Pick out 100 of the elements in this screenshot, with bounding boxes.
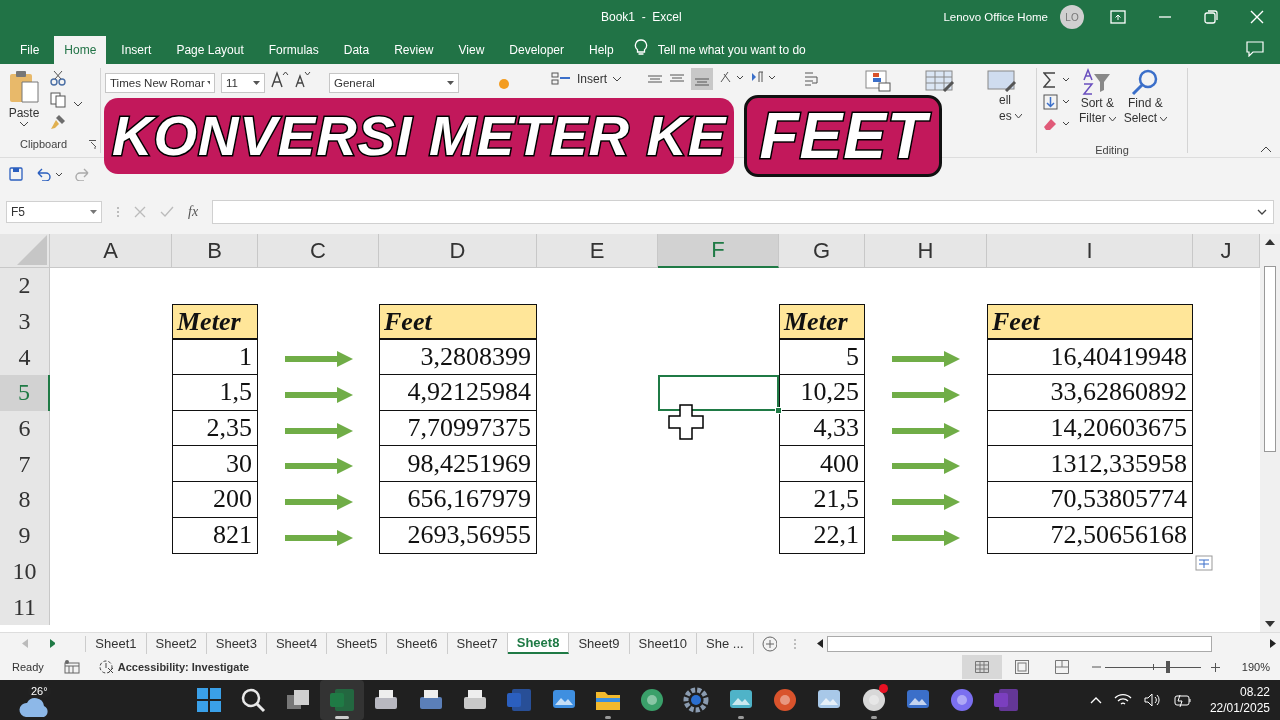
show-hidden-icon[interactable] (1089, 696, 1102, 704)
column-header[interactable]: A (50, 234, 172, 268)
scroll-thumb[interactable] (1264, 266, 1276, 452)
table-cell[interactable]: 14,20603675 (987, 409, 1193, 447)
row-header[interactable]: 5 (0, 375, 50, 411)
expand-icon[interactable] (1257, 209, 1267, 215)
shrink-font-icon[interactable] (295, 70, 311, 88)
table-cell[interactable]: 7,70997375 (379, 409, 537, 447)
table-cell[interactable]: 21,5 (779, 481, 865, 518)
table-cell[interactable]: 656,167979 (379, 481, 537, 518)
row-header[interactable]: 8 (0, 482, 50, 518)
scroll-left-icon[interactable] (816, 639, 823, 648)
table-cell[interactable]: 400 (779, 445, 865, 483)
ribbon-tab[interactable]: Data (333, 36, 380, 64)
table-cell[interactable]: 5 (779, 338, 865, 376)
caret-icon[interactable] (20, 122, 28, 127)
table-cell[interactable]: 2,35 (172, 409, 258, 447)
row-header[interactable]: 6 (0, 410, 50, 447)
row-header[interactable]: 2 (0, 268, 50, 304)
table-cell[interactable]: 200 (172, 481, 258, 518)
table-header-cell[interactable]: Feet (987, 303, 1193, 341)
insert-cells-icon[interactable] (551, 72, 571, 86)
ribbon-tab[interactable]: Review (384, 36, 444, 64)
comment-icon[interactable] (1246, 41, 1264, 57)
taskbar-button[interactable] (319, 680, 365, 720)
column-header[interactable]: G (779, 234, 865, 268)
undo-icon[interactable] (35, 167, 63, 181)
macro-icon[interactable] (63, 660, 80, 674)
name-box[interactable]: F5 (6, 201, 102, 223)
insert-function-button[interactable]: fx (188, 204, 199, 220)
conditional-format-icon[interactable] (865, 70, 891, 92)
find-select-button[interactable]: Find & Select (1123, 68, 1168, 144)
table-cell[interactable]: 1,5 (172, 374, 258, 411)
font-name-box[interactable]: Times New Romar (105, 73, 215, 93)
table-header-cell[interactable]: Meter (779, 303, 865, 341)
table-header-cell[interactable]: Meter (172, 303, 258, 341)
cell-styles-label[interactable]: es (999, 108, 1022, 124)
zoom-slider[interactable] (1104, 661, 1201, 673)
table-cell[interactable]: 2693,56955 (379, 516, 537, 554)
app-icon[interactable] (240, 687, 267, 713)
zoom-level[interactable]: 190% (1241, 661, 1270, 673)
font-size-box[interactable]: 11 (221, 73, 265, 93)
scroll-down-icon[interactable] (1265, 620, 1275, 628)
table-cell[interactable]: 16,40419948 (987, 338, 1193, 376)
volume-icon[interactable] (1143, 693, 1162, 707)
table-cell[interactable]: 33,62860892 (987, 374, 1193, 411)
column-header[interactable]: H (865, 234, 987, 268)
accessibility-icon[interactable] (97, 659, 114, 675)
row-header[interactable]: 9 (0, 517, 50, 554)
accessibility-status[interactable]: Accessibility: Investigate (117, 661, 250, 673)
app-icon[interactable] (196, 687, 223, 713)
format-painter-icon[interactable] (50, 114, 66, 130)
grow-font-icon[interactable] (271, 70, 289, 88)
next-sheet-icon[interactable] (49, 639, 56, 648)
page-icon[interactable] (1014, 660, 1029, 674)
zoom-in-button[interactable] (1210, 662, 1220, 672)
column-header[interactable]: C (258, 234, 379, 268)
collapse-ribbon-icon[interactable] (1260, 146, 1272, 153)
autosum-icon[interactable] (1043, 72, 1071, 88)
table-cell[interactable]: 4,33 (779, 409, 865, 447)
column-header[interactable]: F (658, 234, 779, 268)
app-icon[interactable] (772, 687, 798, 713)
row-header[interactable]: 10 (0, 553, 50, 590)
cell-styles-icon[interactable] (987, 70, 1017, 92)
ribbon-tab[interactable]: View (448, 36, 495, 64)
ribbon-tab[interactable]: Help (579, 36, 624, 64)
scroll-up-icon[interactable] (1265, 238, 1275, 246)
ribbon-tab[interactable]: Formulas (258, 36, 329, 64)
caret-icon[interactable] (1014, 114, 1022, 118)
cell-styles-label[interactable]: ell (999, 92, 1012, 108)
grid-icon[interactable] (974, 661, 989, 673)
app-icon[interactable] (639, 687, 666, 713)
tell-me-field[interactable]: Tell me what you want to do (657, 36, 806, 64)
column-header[interactable]: D (379, 234, 537, 268)
fill-icon[interactable] (1043, 94, 1071, 110)
clock-date[interactable]: 22/01/2025 (1209, 700, 1270, 716)
table-cell[interactable]: 70,53805774 (987, 481, 1193, 518)
save-icon[interactable] (9, 167, 23, 181)
restore-icon[interactable] (1204, 10, 1218, 24)
formula-input[interactable] (212, 200, 1274, 224)
app-icon[interactable] (860, 687, 887, 713)
scroll-right-icon[interactable] (1270, 639, 1276, 648)
app-icon[interactable] (949, 687, 976, 713)
ribbon-display-icon[interactable] (1110, 10, 1126, 24)
orientation-icon[interactable] (719, 70, 745, 84)
table-cell[interactable]: 72,50656168 (987, 516, 1193, 554)
row-header[interactable]: 11 (0, 589, 50, 625)
caret-icon[interactable] (74, 102, 82, 107)
table-cell[interactable]: 1 (172, 338, 258, 376)
active-cell[interactable] (658, 375, 779, 411)
clipboard-icon[interactable] (8, 70, 40, 104)
ribbon-tab[interactable]: Insert (111, 36, 162, 64)
battery-icon[interactable] (1173, 693, 1192, 707)
ribbon-tab[interactable]: Developer (499, 36, 574, 64)
table-cell[interactable]: 821 (172, 516, 258, 554)
column-header[interactable]: B (172, 234, 258, 268)
account-name[interactable]: Lenovo Office Home (943, 11, 1048, 23)
sort-filter-button[interactable]: Sort & Filter (1079, 68, 1116, 144)
text-direction-icon[interactable] (751, 70, 777, 84)
table-format-icon[interactable] (925, 70, 955, 92)
